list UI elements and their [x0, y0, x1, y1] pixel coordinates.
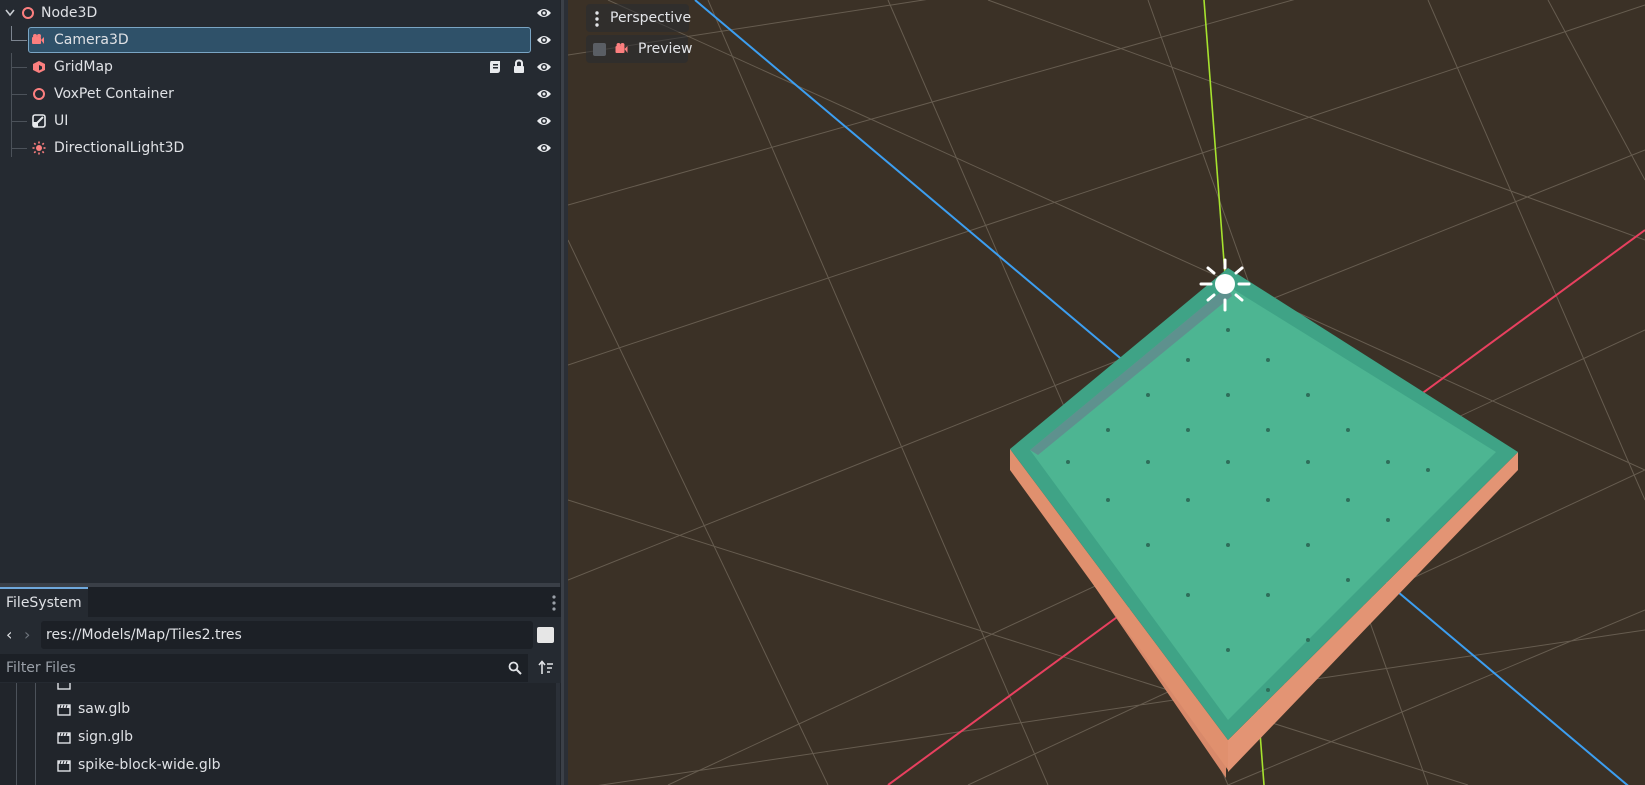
scene-file-icon — [57, 683, 71, 690]
camera-icon — [615, 43, 628, 53]
filesystem-path-bar: ‹ › res://Models/Map/Tiles2.tres — [0, 617, 561, 653]
tree-item-gridmap[interactable]: GridMap — [0, 54, 560, 80]
search-icon — [508, 661, 522, 675]
control-icon — [32, 114, 46, 128]
chevron-down-icon[interactable] — [5, 9, 15, 17]
tree-item-label: Node3D — [41, 5, 98, 21]
tree-item-directionallight3d[interactable]: DirectionalLight3D — [0, 135, 560, 161]
tree-item-label: DirectionalLight3D — [54, 140, 185, 156]
path-input[interactable]: res://Models/Map/Tiles2.tres — [41, 621, 533, 649]
camera-preview-toggle[interactable]: Preview — [586, 35, 693, 63]
tree-item-label: UI — [54, 113, 69, 129]
filesystem-panel: FileSystem ‹ › res://Models/Map/Tiles2.t… — [0, 587, 561, 785]
filesystem-tabbar: FileSystem — [0, 587, 561, 617]
file-name: saw.glb — [78, 701, 131, 717]
3d-viewport[interactable]: Perspective Preview — [568, 0, 1645, 785]
list-item[interactable]: saw.glb — [0, 695, 554, 723]
scene-file-icon — [57, 732, 71, 744]
viewport-scene[interactable] — [568, 0, 1645, 785]
lock-icon[interactable] — [512, 59, 526, 74]
node3d-icon — [22, 7, 34, 19]
visibility-eye-icon[interactable] — [536, 60, 552, 74]
tree-item-voxpet-container[interactable]: VoxPet Container — [0, 81, 560, 107]
tree-item-camera3d[interactable]: Camera3D — [0, 27, 560, 53]
file-name: sign.glb — [78, 729, 134, 745]
visibility-eye-icon[interactable] — [536, 141, 552, 155]
scene-file-icon — [57, 760, 71, 772]
preview-checkbox[interactable] — [593, 43, 606, 56]
visibility-eye-icon[interactable] — [536, 87, 552, 101]
file-list: saw.glb sign.glb spike-block-wide.glb — [0, 683, 554, 785]
visibility-eye-icon[interactable] — [536, 33, 552, 47]
tree-item-label: Camera3D — [54, 32, 129, 48]
file-name: spike-block-wide.glb — [78, 757, 221, 773]
tree-item-label: VoxPet Container — [54, 86, 174, 102]
scene-file-icon — [57, 704, 71, 716]
light-icon — [32, 141, 46, 155]
forward-arrow-icon[interactable]: › — [24, 627, 34, 643]
tree-item-ui[interactable]: UI — [0, 108, 560, 134]
split-mode-icon[interactable] — [537, 627, 554, 643]
back-arrow-icon[interactable]: ‹ — [6, 627, 16, 643]
tab-filesystem[interactable]: FileSystem — [0, 587, 88, 617]
filesystem-filter-bar: Filter Files — [0, 653, 561, 683]
visibility-eye-icon[interactable] — [536, 114, 552, 128]
tree-item-node3d[interactable]: Node3D — [0, 0, 560, 26]
perspective-menu-button[interactable]: Perspective — [586, 4, 692, 32]
panel-menu-icon[interactable] — [552, 595, 556, 611]
file-list-scrollbar[interactable] — [556, 683, 560, 785]
platform-floor — [1030, 286, 1496, 720]
filter-files-input[interactable]: Filter Files — [0, 654, 528, 682]
visibility-eye-icon[interactable] — [536, 6, 552, 20]
vertical-dots-icon — [595, 11, 599, 27]
preview-label: Preview — [638, 41, 693, 57]
left-dock: Node3D Camera3D GridMap VoxPet Container… — [0, 0, 564, 785]
tree-item-label: GridMap — [54, 59, 113, 75]
scene-tree-panel: Node3D Camera3D GridMap VoxPet Container… — [0, 0, 560, 587]
camera-icon — [32, 34, 44, 44]
perspective-label: Perspective — [610, 10, 692, 26]
script-icon[interactable] — [488, 60, 502, 74]
list-item[interactable]: sign.glb — [0, 723, 554, 751]
node3d-icon — [33, 88, 45, 100]
gridmap-icon — [33, 61, 45, 73]
list-item[interactable]: spike-block-wide.glb — [0, 751, 554, 779]
sort-icon[interactable] — [538, 660, 554, 676]
